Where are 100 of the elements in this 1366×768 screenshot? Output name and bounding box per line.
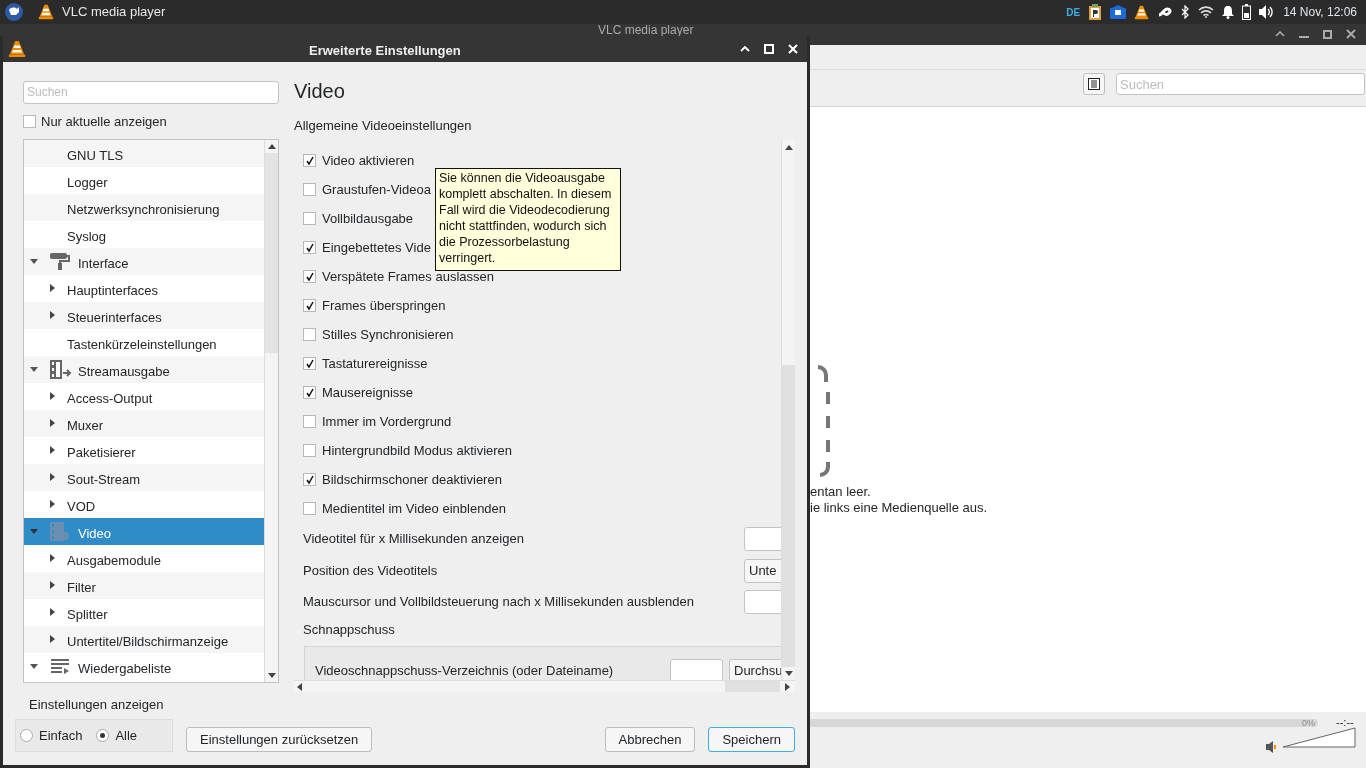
launcher-icon[interactable]	[5, 3, 23, 21]
number-field[interactable]	[744, 527, 781, 551]
setting-label: Mauscursor und Vollbildsteuerung nach x Millisekunden ausblenden	[303, 593, 694, 612]
expand-arrow-icon[interactable]	[50, 607, 55, 616]
collapse-arrow-icon[interactable]	[30, 663, 38, 669]
expand-arrow-icon[interactable]	[50, 553, 55, 562]
checkbox-label[interactable]: Hintergrundbild Modus aktivieren	[322, 440, 513, 461]
scrollbar-thumb[interactable]	[725, 681, 780, 692]
horizontal-scrollbar[interactable]	[294, 680, 795, 692]
checkbox[interactable]	[303, 357, 316, 370]
setting-label: Position des Videotitels	[303, 561, 438, 580]
chevron-up-icon[interactable]	[1275, 31, 1285, 37]
collapse-arrow-icon[interactable]	[30, 366, 38, 372]
checkbox[interactable]	[303, 502, 316, 515]
empty-message: ie links eine Medienquelle aus.	[810, 500, 988, 516]
checkbox-label[interactable]: Medientitel im Video einblenden	[322, 498, 507, 519]
checkbox[interactable]	[303, 154, 316, 167]
expand-arrow-icon[interactable]	[50, 499, 55, 508]
scroll-right-icon[interactable]	[785, 682, 790, 691]
dialog-button[interactable]: Speichern	[708, 727, 795, 752]
wifi-icon[interactable]	[1198, 6, 1215, 18]
expand-arrow-icon[interactable]	[50, 418, 55, 427]
close-icon[interactable]	[1346, 29, 1356, 39]
collapse-arrow-icon[interactable]	[30, 528, 38, 534]
checkbox[interactable]	[23, 114, 36, 128]
scrollbar-thumb[interactable]	[782, 365, 795, 667]
checkbox[interactable]	[303, 328, 316, 341]
scroll-down-icon[interactable]	[267, 673, 276, 678]
checkbox-label[interactable]: Bildschirmschoner deaktivieren	[322, 469, 502, 490]
number-field[interactable]	[744, 590, 781, 614]
checkbox[interactable]	[303, 415, 316, 428]
checkbox-label[interactable]: Mausereignisse	[322, 382, 414, 403]
speaker-icon[interactable]	[1259, 5, 1276, 19]
path-field[interactable]	[670, 659, 723, 680]
scroll-up-icon[interactable]	[784, 145, 793, 150]
checkbox-label[interactable]: Video aktivieren	[322, 150, 415, 171]
scroll-down-icon[interactable]	[784, 671, 793, 676]
playlist-view-button[interactable]	[1083, 73, 1105, 95]
search-field[interactable]: Suchen	[23, 81, 279, 104]
keyboard-layout[interactable]: DE	[1066, 4, 1081, 20]
cone-icon	[8, 39, 26, 59]
battery-icon[interactable]	[1242, 4, 1252, 20]
radio-button[interactable]	[96, 729, 110, 742]
maximize-icon[interactable]	[1323, 29, 1332, 39]
tree-item[interactable]: Streamausgabe	[24, 355, 264, 383]
checkbox[interactable]	[303, 270, 316, 283]
tree-item-label: Ausgabemodule	[67, 551, 161, 570]
dialog-button[interactable]: Einstellungen zurücksetzen	[186, 727, 373, 752]
search-field[interactable]: Suchen	[1116, 73, 1365, 95]
tree-item[interactable]: Steuerinterfaces	[24, 301, 264, 329]
scrollbar[interactable]	[264, 139, 278, 682]
checkbox[interactable]	[303, 299, 316, 312]
checkbox[interactable]	[303, 212, 316, 225]
checkbox-label[interactable]: Frames überspringen	[322, 295, 446, 316]
expand-arrow-icon[interactable]	[50, 472, 55, 481]
tree-item[interactable]: Untertitel/Bildschirmanzeige	[24, 625, 264, 653]
mail-icon[interactable]	[1110, 5, 1127, 19]
expand-arrow-icon[interactable]	[50, 310, 55, 319]
checkbox[interactable]	[303, 241, 316, 254]
tree-item[interactable]: Video	[24, 517, 264, 545]
position-dropdown[interactable]: Unte	[744, 558, 781, 583]
scrollbar-thumb[interactable]	[265, 152, 278, 353]
radio-label[interactable]: Alle	[115, 725, 138, 746]
expand-arrow-icon[interactable]	[50, 391, 55, 400]
expand-arrow-icon[interactable]	[50, 580, 55, 589]
browse-button[interactable]: Durchsu	[729, 659, 781, 680]
checkbox[interactable]	[303, 444, 316, 457]
playlist-icon	[51, 658, 69, 674]
checkbox-label[interactable]: Stilles Synchronisieren	[322, 324, 454, 345]
bluetooth-icon[interactable]	[1181, 5, 1191, 19]
radio-label[interactable]: Einfach	[39, 725, 83, 746]
checkbox-label[interactable]: Graustufen-Videoa	[322, 179, 431, 200]
checkbox-label[interactable]: Eingebettetes Vide	[322, 237, 431, 258]
checkbox-label[interactable]: Vollbildausgabe	[322, 208, 414, 229]
volume-icon[interactable]	[1266, 741, 1276, 753]
scroll-left-icon[interactable]	[297, 682, 302, 691]
tree-item[interactable]: Netzwerksynchronisierung	[24, 193, 264, 221]
checkbox[interactable]	[303, 386, 316, 399]
tree-item[interactable]: Interface	[24, 247, 264, 275]
checkbox-label[interactable]: Tastaturereignisse	[322, 353, 428, 374]
expand-arrow-icon[interactable]	[50, 445, 55, 454]
tree-item[interactable]: Filter	[24, 571, 264, 599]
checkbox-label[interactable]: Immer im Vordergrund	[322, 411, 452, 432]
scroll-up-icon[interactable]	[267, 143, 276, 149]
dialog-button[interactable]: Abbrechen	[604, 727, 696, 752]
tree-item[interactable]: Muxer	[24, 409, 264, 437]
collapse-arrow-icon[interactable]	[30, 258, 38, 264]
tree-item[interactable]: GNU TLS	[24, 139, 264, 167]
expand-arrow-icon[interactable]	[50, 634, 55, 643]
radio-button[interactable]	[20, 729, 33, 742]
clipboard-icon[interactable]	[1088, 4, 1103, 20]
clock[interactable]: 14 Nov, 12:06	[1283, 3, 1357, 21]
checkbox[interactable]	[303, 183, 316, 196]
expand-arrow-icon[interactable]	[50, 283, 55, 292]
bell-icon[interactable]	[1222, 5, 1235, 19]
infinity-icon[interactable]	[1157, 7, 1174, 17]
checkbox-label[interactable]: Nur aktuelle anzeigen	[41, 111, 167, 132]
checkbox[interactable]	[303, 473, 316, 486]
scrollbar[interactable]	[781, 140, 795, 680]
tree-item[interactable]: Sout-Stream	[24, 463, 264, 491]
